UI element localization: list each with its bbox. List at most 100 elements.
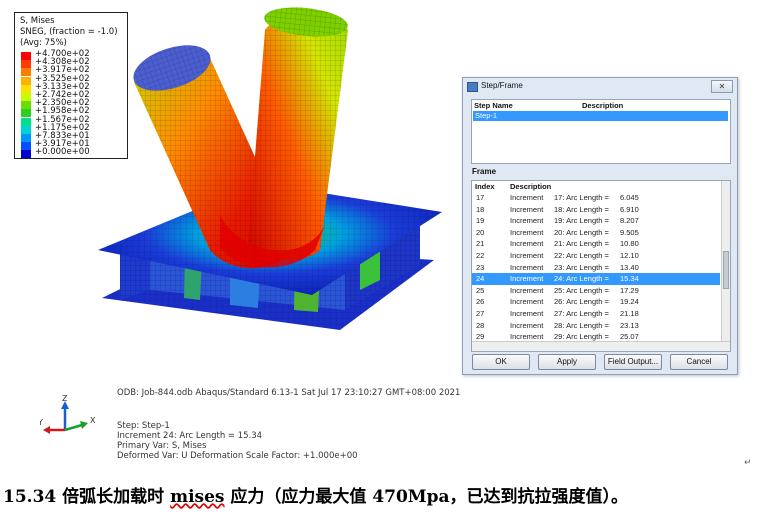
frame-cell-val: 10.80 <box>620 239 639 249</box>
frame-cell-desc: 28: Arc Length = <box>554 320 609 330</box>
triad-x-label: X <box>90 416 96 425</box>
cancel-button[interactable]: Cancel <box>670 354 728 370</box>
apply-button[interactable]: Apply <box>538 354 596 370</box>
paragraph-mark: ↵ <box>744 458 752 468</box>
legend-swatch <box>21 142 31 151</box>
legend-swatch <box>21 84 31 93</box>
legend-swatch <box>21 101 31 110</box>
frame-cell-inc: Increment <box>510 239 544 249</box>
coordinate-triad: Z Y X <box>40 395 96 434</box>
step-name-header: Step Name <box>474 101 513 110</box>
frame-row[interactable]: 26 Increment 26: Arc Length = 19.24 <box>472 296 720 308</box>
frame-cell-val: 12.10 <box>620 251 639 260</box>
frame-cell-inc: Increment <box>510 320 544 330</box>
step-list[interactable]: Step Name Description Step-1 <box>471 99 731 164</box>
frame-row[interactable]: 28 Increment 28: Arc Length = 23.13 <box>472 320 720 332</box>
frame-cell-inc: Increment <box>510 262 544 272</box>
frame-row[interactable]: 20 Increment 20: Arc Length = 9.505 <box>472 227 720 239</box>
legend-swatch <box>21 150 31 159</box>
frame-cell-desc: 19: Arc Length = <box>554 216 609 226</box>
step-frame-dialog: Step/Frame ✕ Step Name Description Step-… <box>462 77 738 375</box>
frame-cell-desc: 17: Arc Length = <box>554 193 609 202</box>
close-button[interactable]: ✕ <box>711 80 733 93</box>
frame-cell-desc: 23: Arc Length = <box>554 262 609 272</box>
fe-model-view <box>98 7 442 330</box>
frame-list-vertical-scrollbar[interactable] <box>721 181 730 341</box>
frame-row[interactable]: 23 Increment 23: Arc Length = 13.40 <box>472 262 720 274</box>
index-header: Index <box>475 182 495 191</box>
deformed-var-line: Deformed Var: U Deformation Scale Factor… <box>117 451 358 461</box>
caption-part3: 应力（应力最大值 470Mpa，已达到抗拉强度值）。 <box>224 487 629 507</box>
frame-row[interactable]: 19 Increment 19: Arc Length = 8.207 <box>472 215 720 227</box>
frame-section-label: Frame <box>472 167 497 176</box>
legend-swatch <box>21 109 31 118</box>
dialog-titlebar[interactable]: Step/Frame ✕ <box>463 78 737 94</box>
frame-row[interactable]: 27 Increment 27: Arc Length = 21.18 <box>472 308 720 320</box>
frame-cell-index: 19 <box>476 216 485 226</box>
frame-cell-val: 23.13 <box>620 320 639 330</box>
frame-cell-index: 24 <box>476 274 485 284</box>
step-row-selected[interactable]: Step-1 <box>473 111 728 121</box>
frame-cell-index: 20 <box>476 227 485 237</box>
frame-cell-val: 6.910 <box>620 204 639 214</box>
frame-cell-val: 17.29 <box>620 285 639 295</box>
frame-list[interactable]: Index Description 17 Increment 17: Arc Len… <box>471 180 731 352</box>
frame-cell-val: 21.18 <box>620 309 639 318</box>
legend-swatch <box>21 134 31 142</box>
frame-cell-index: 28 <box>476 320 485 330</box>
frame-cell-val: 6.045 <box>620 193 639 202</box>
frame-cell-desc: 20: Arc Length = <box>554 227 609 237</box>
frame-row-selected[interactable]: 24 Increment 24: Arc Length = 15.34 <box>472 273 720 285</box>
frame-cell-index: 27 <box>476 309 485 318</box>
increment-info-line: Increment 24: Arc Length = 15.34 <box>117 431 263 441</box>
step-description-header: Description <box>582 101 624 110</box>
frame-cell-inc: Increment <box>510 216 544 226</box>
frame-cell-val: 13.40 <box>620 262 639 272</box>
frame-list-horizontal-scrollbar[interactable] <box>472 341 730 351</box>
frame-cell-index: 25 <box>476 285 485 295</box>
triad-z-label: Z <box>62 395 68 403</box>
frame-cell-index: 26 <box>476 297 485 307</box>
frame-description-header: Description <box>510 182 552 191</box>
frame-cell-desc: 22: Arc Length = <box>554 251 609 260</box>
step-row-label: Step-1 <box>475 111 498 120</box>
window-icon <box>467 82 478 92</box>
legend-swatch <box>21 52 31 60</box>
field-output-button[interactable]: Field Output... <box>604 354 662 370</box>
ok-button[interactable]: OK <box>472 354 530 370</box>
legend-swatch <box>21 93 31 101</box>
dialog-title: Step/Frame <box>481 81 523 90</box>
frame-cell-val: 8.207 <box>620 216 639 226</box>
frame-cell-val: 9.505 <box>620 227 639 237</box>
triad-y-label: Y <box>40 418 43 427</box>
frame-cell-inc: Increment <box>510 309 544 318</box>
frame-row[interactable]: 25 Increment 25: Arc Length = 17.29 <box>472 285 720 297</box>
frame-cell-inc: Increment <box>510 251 544 260</box>
legend-swatch <box>21 68 31 77</box>
frame-cell-desc: 25: Arc Length = <box>554 285 609 295</box>
frame-row[interactable]: 21 Increment 21: Arc Length = 10.80 <box>472 238 720 250</box>
legend-swatch <box>21 117 31 126</box>
frame-cell-index: 18 <box>476 204 485 214</box>
frame-cell-index: 21 <box>476 239 485 249</box>
frame-cell-desc: 18: Arc Length = <box>554 204 609 214</box>
figure-caption: 15.34 倍弧长加载时 mises 应力（应力最大值 470Mpa，已达到抗拉… <box>3 482 628 507</box>
legend-swatch <box>21 76 31 85</box>
frame-cell-val: 15.34 <box>620 274 639 284</box>
frame-cell-desc: 26: Arc Length = <box>554 297 609 307</box>
frame-cell-val: 19.24 <box>620 297 639 307</box>
frame-cell-index: 23 <box>476 262 485 272</box>
frame-cell-inc: Increment <box>510 285 544 295</box>
caption-part1: 15.34 倍弧长加载时 <box>3 487 171 507</box>
frame-cell-index: 17 <box>476 193 485 202</box>
frame-row[interactable]: 22 Increment 22: Arc Length = 12.10 <box>472 250 720 262</box>
frame-row[interactable]: 18 Increment 18: Arc Length = 6.910 <box>472 204 720 216</box>
legend-swatch <box>21 60 31 69</box>
scrollbar-thumb[interactable] <box>723 251 729 289</box>
frame-cell-desc: 24: Arc Length = <box>554 274 609 284</box>
frame-row[interactable]: 17 Increment 17: Arc Length = 6.045 <box>472 192 720 204</box>
frame-cell-desc: 27: Arc Length = <box>554 309 609 318</box>
legend-averaging: (Avg: 75%) <box>20 38 67 48</box>
caption-mises: mises <box>170 487 225 507</box>
frame-cell-desc: 21: Arc Length = <box>554 239 609 249</box>
